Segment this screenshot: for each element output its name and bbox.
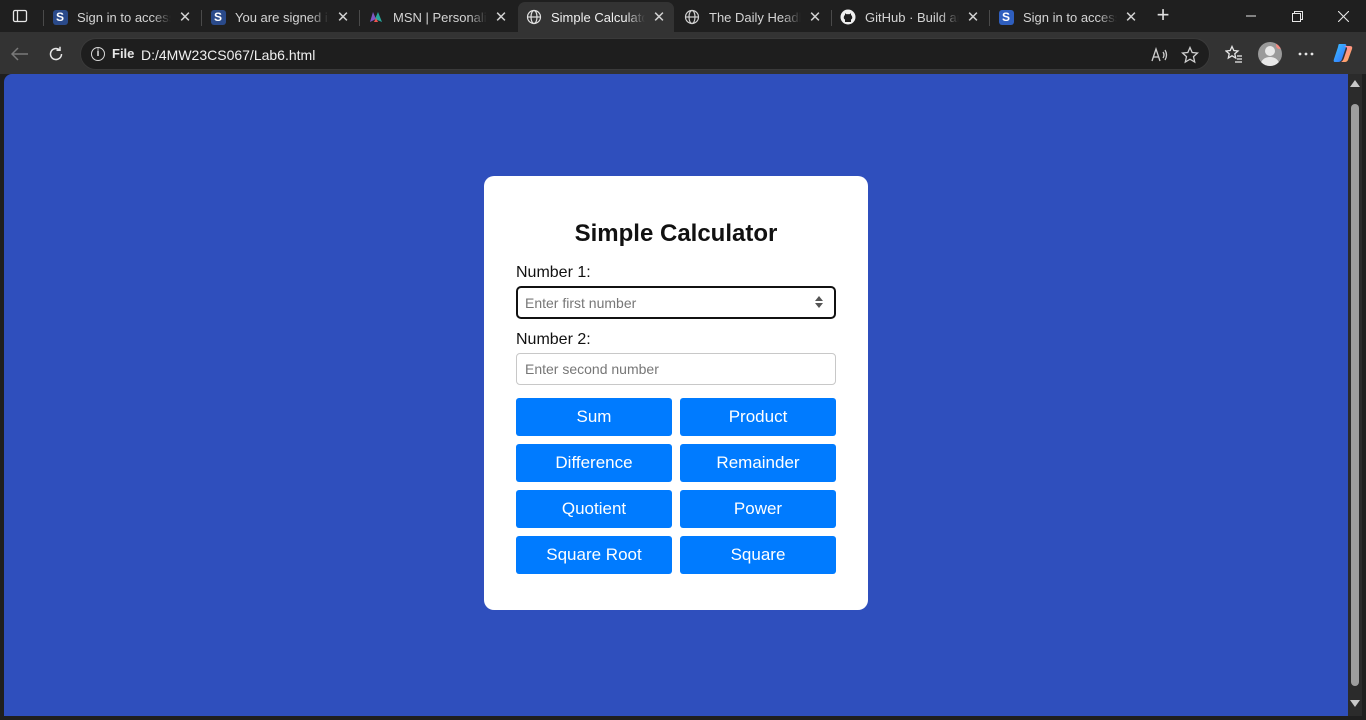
browser-tab[interactable]: GitHub · Build and ship ✕ xyxy=(831,2,988,32)
s-logo-icon: S xyxy=(210,9,226,25)
close-tab-icon[interactable]: ✕ xyxy=(177,9,193,26)
globe-icon xyxy=(684,9,700,25)
tab-title: Sign in to access the xyxy=(1023,9,1117,25)
info-icon: i xyxy=(91,46,105,61)
power-button[interactable]: Power xyxy=(680,490,836,528)
browser-tab-active[interactable]: Simple Calculator ✕ xyxy=(518,2,674,32)
spin-up-icon[interactable] xyxy=(815,296,823,301)
refresh-icon[interactable] xyxy=(42,40,70,68)
square-button[interactable]: Square xyxy=(680,536,836,574)
tab-title: You are signed in as xyxy=(235,9,329,25)
scrollbar-thumb[interactable] xyxy=(1351,104,1359,686)
number2-label: Number 2: xyxy=(516,331,591,348)
page-title: Simple Calculator xyxy=(574,220,778,247)
browser-toolbar: i File D:/4MW23CS067/Lab6.html xyxy=(0,32,1366,74)
difference-button[interactable]: Difference xyxy=(516,444,672,482)
number-spinner-icon[interactable] xyxy=(815,294,823,310)
address-bar[interactable]: i File D:/4MW23CS067/Lab6.html xyxy=(80,38,1210,70)
notification-dot xyxy=(1276,42,1282,49)
tab-title: Simple Calculator xyxy=(551,9,645,25)
calculator-card: Simple Calculator Number 1: Number 2: Su… xyxy=(484,176,868,610)
profile-avatar[interactable] xyxy=(1258,42,1282,66)
read-aloud-icon[interactable] xyxy=(1149,44,1171,66)
sum-button[interactable]: Sum xyxy=(516,398,672,436)
close-tab-icon[interactable]: ✕ xyxy=(335,9,351,26)
browser-tab[interactable]: S Sign in to access the ✕ xyxy=(43,2,200,32)
url-text[interactable]: D:/4MW23CS067/Lab6.html xyxy=(141,47,315,63)
scheme-label: File xyxy=(112,46,135,61)
scroll-down-arrow-icon[interactable] xyxy=(1350,700,1360,707)
product-button[interactable]: Product xyxy=(680,398,836,436)
browser-tab[interactable]: MSN | Personalized ✕ xyxy=(359,2,516,32)
number2-input[interactable] xyxy=(516,353,836,385)
site-info-button[interactable]: i File xyxy=(91,46,134,61)
tab-actions-menu-icon[interactable] xyxy=(8,5,32,27)
browser-tab[interactable]: S Sign in to access the ✕ xyxy=(989,2,1146,32)
close-window-icon[interactable] xyxy=(1320,0,1366,32)
tab-separator xyxy=(831,10,832,26)
favorites-icon[interactable] xyxy=(1220,40,1248,68)
remainder-button[interactable]: Remainder xyxy=(680,444,836,482)
tab-title: MSN | Personalized xyxy=(393,9,487,25)
page-viewport: Simple Calculator Number 1: Number 2: Su… xyxy=(4,74,1348,716)
globe-icon xyxy=(526,9,542,25)
quotient-button[interactable]: Quotient xyxy=(516,490,672,528)
tab-title: The Daily Headlines xyxy=(709,9,801,25)
close-tab-icon[interactable]: ✕ xyxy=(965,9,981,26)
page-scrollbar[interactable] xyxy=(1348,74,1362,716)
close-tab-icon[interactable]: ✕ xyxy=(1123,9,1139,26)
square-root-button[interactable]: Square Root xyxy=(516,536,672,574)
close-tab-icon[interactable]: ✕ xyxy=(651,9,667,26)
tab-separator xyxy=(201,10,202,26)
back-arrow-icon[interactable] xyxy=(6,40,34,68)
browser-tab[interactable]: S You are signed in as ✕ xyxy=(201,2,358,32)
browser-tab[interactable]: The Daily Headlines ✕ xyxy=(676,2,830,32)
minimize-icon[interactable] xyxy=(1228,0,1274,32)
number1-label: Number 1: xyxy=(516,264,591,281)
tab-title: GitHub · Build and ship xyxy=(865,9,959,25)
copilot-icon[interactable] xyxy=(1332,42,1354,64)
tab-separator xyxy=(359,10,360,26)
tab-separator xyxy=(989,10,990,26)
close-tab-icon[interactable]: ✕ xyxy=(807,9,823,26)
new-tab-plus-icon[interactable]: + xyxy=(1152,4,1174,27)
spin-down-icon[interactable] xyxy=(815,303,823,308)
s-logo-icon: S xyxy=(998,9,1014,25)
favorite-star-icon[interactable] xyxy=(1179,44,1201,66)
restore-icon[interactable] xyxy=(1274,0,1320,32)
close-tab-icon[interactable]: ✕ xyxy=(493,9,509,26)
number1-input[interactable] xyxy=(516,286,836,319)
s-logo-icon: S xyxy=(52,9,68,25)
tab-title: Sign in to access the xyxy=(77,9,171,25)
github-icon xyxy=(840,9,856,25)
msn-icon xyxy=(368,9,384,25)
scroll-up-arrow-icon[interactable] xyxy=(1350,80,1360,87)
tab-separator xyxy=(43,10,44,26)
tab-strip: S Sign in to access the ✕ S You are sign… xyxy=(0,0,1366,32)
more-options-icon[interactable] xyxy=(1292,40,1320,68)
